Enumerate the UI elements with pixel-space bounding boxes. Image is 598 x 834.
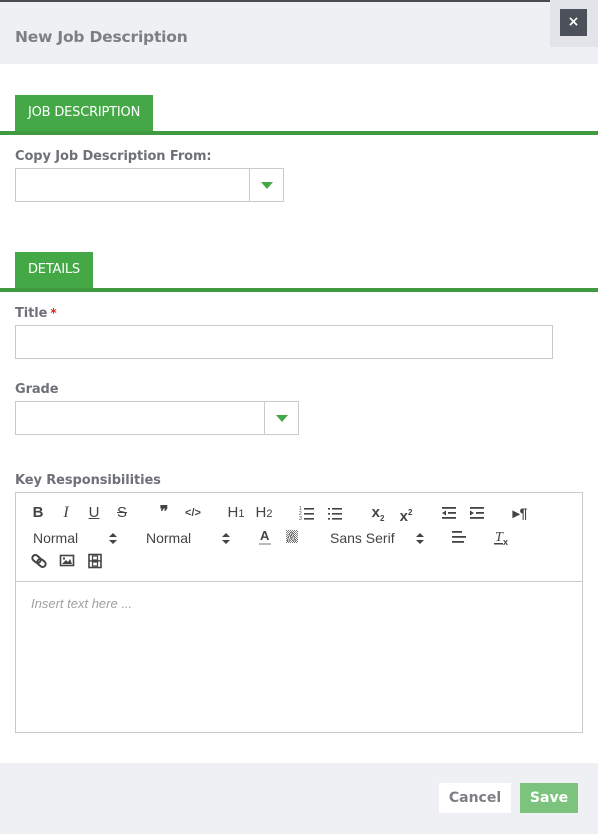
required-marker: * (50, 306, 57, 320)
chevron-updown-icon (416, 533, 424, 544)
heading-2-number: 2 (266, 508, 273, 520)
copy-from-select[interactable] (15, 168, 284, 202)
quote-icon: ❞ (159, 504, 169, 521)
heading-1-icon: H1 (228, 504, 245, 521)
code-block-button[interactable]: </> (183, 503, 203, 523)
indent-button[interactable] (468, 503, 486, 523)
key-responsibilities-label: Key Responsibilities (15, 473, 161, 488)
code-icon: </> (185, 507, 201, 519)
svg-text:3: 3 (299, 516, 302, 522)
title-input[interactable] (15, 325, 553, 359)
clear-formatting-button[interactable]: T x (493, 527, 513, 547)
caret-down-icon (276, 415, 288, 422)
text-direction-button[interactable]: ▸¶ (510, 503, 530, 523)
clear-formatting-icon: T x (494, 530, 508, 547)
blockquote-button[interactable]: ❞ (155, 503, 173, 523)
bullet-list-button[interactable] (326, 503, 344, 523)
header-2-button[interactable]: H2 (253, 503, 275, 523)
dialog-footer: Cancel Save (0, 763, 598, 834)
chevron-updown-icon (109, 533, 117, 544)
size-picker[interactable]: Normal (146, 528, 232, 548)
bullet-list-icon (328, 508, 342, 520)
title-label-text: Title (15, 306, 48, 321)
align-button[interactable] (450, 527, 468, 547)
copy-from-label: Copy Job Description From: (15, 149, 212, 164)
heading-2-icon: H2 (256, 504, 273, 521)
background-color-icon: A (286, 530, 298, 544)
underline-icon: U (88, 504, 100, 521)
superscript-base: x (399, 508, 408, 525)
tab-job-description[interactable]: JOB DESCRIPTION (15, 95, 154, 131)
outdent-icon (442, 507, 456, 519)
key-responsibilities-editor: B I U S ❞ </> H1 H2 1 2 3 x2 x2 ▸¶ Norma… (15, 492, 583, 733)
strike-button[interactable]: S (114, 503, 130, 523)
heading-1-letter: H (227, 504, 239, 521)
svg-text:A: A (287, 530, 296, 544)
subscript-icon: x2 (371, 504, 385, 523)
rtl-icon: ▸¶ (512, 505, 528, 521)
size-picker-label: Normal (146, 530, 192, 546)
bold-button[interactable]: B (30, 503, 46, 523)
superscript-index: 2 (407, 508, 413, 517)
video-icon (88, 553, 102, 569)
superscript-icon: x2 (400, 508, 413, 525)
caret-down-icon (261, 182, 273, 189)
link-icon (31, 554, 47, 568)
font-picker-label: Sans Serif (330, 530, 395, 546)
link-button[interactable] (30, 551, 48, 571)
subscript-button[interactable]: x2 (368, 503, 388, 523)
editor-placeholder[interactable]: Insert text here ... (31, 596, 132, 611)
superscript-button[interactable]: x2 (396, 503, 416, 525)
outdent-button[interactable] (440, 503, 458, 523)
grade-label: Grade (15, 382, 59, 397)
heading-1-number: 1 (238, 508, 245, 520)
header-picker[interactable]: Normal (33, 528, 119, 548)
subscript-base: x (371, 504, 380, 521)
close-button[interactable]: × (560, 9, 587, 36)
dialog-header: New Job Description (0, 2, 598, 64)
tab-underline-job-description (0, 131, 598, 135)
text-color-button[interactable]: A (256, 527, 274, 547)
underline-button[interactable]: U (86, 503, 102, 523)
title-label: Title * (15, 306, 57, 321)
italic-icon: I (63, 504, 69, 521)
svg-text:x: x (503, 537, 508, 547)
tab-details[interactable]: DETAILS (15, 252, 93, 288)
strikethrough-icon: S (116, 504, 127, 521)
image-button[interactable] (58, 551, 76, 571)
save-button[interactable]: Save (520, 783, 578, 813)
video-button[interactable] (86, 551, 104, 571)
ordered-list-icon: 1 2 3 (299, 506, 314, 522)
image-icon (59, 554, 75, 567)
subscript-index: 2 (379, 514, 385, 523)
dialog-title: New Job Description (15, 28, 188, 46)
editor-toolbar: B I U S ❞ </> H1 H2 1 2 3 x2 x2 ▸¶ Norma… (16, 493, 582, 582)
header-picker-label: Normal (33, 530, 79, 546)
grade-select[interactable] (15, 401, 299, 435)
heading-2-letter: H (255, 504, 267, 521)
bold-icon: B (32, 504, 44, 521)
font-picker[interactable]: Sans Serif (330, 528, 426, 548)
chevron-updown-icon (222, 533, 230, 544)
close-button-area: × (550, 0, 598, 47)
background-color-button[interactable]: A (283, 527, 301, 547)
copy-from-dropdown-toggle[interactable] (249, 169, 283, 201)
cancel-button[interactable]: Cancel (439, 783, 511, 813)
grade-dropdown-toggle[interactable] (264, 402, 298, 434)
italic-button[interactable]: I (58, 503, 74, 523)
ordered-list-button[interactable]: 1 2 3 (298, 503, 316, 523)
text-color-icon: A (259, 528, 271, 545)
indent-icon (470, 507, 484, 519)
tab-underline-details (0, 288, 598, 292)
close-icon: × (567, 14, 580, 30)
header-1-button[interactable]: H1 (225, 503, 247, 523)
align-left-icon (452, 531, 466, 543)
svg-text:A: A (260, 528, 270, 543)
